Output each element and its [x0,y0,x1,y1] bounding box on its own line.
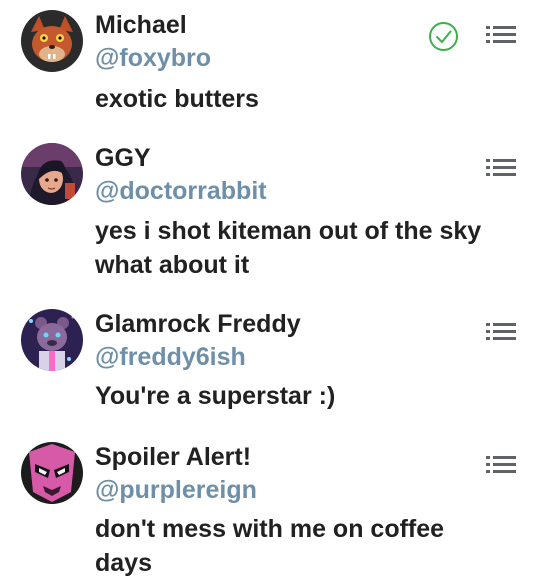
account-bio: yes i shot kiteman out of the sky what a… [95,217,482,279]
account-row-glamrock-freddy[interactable]: Glamrock Freddy @freddy6ish You're a sup… [0,309,540,419]
glamrock-bear-icon [21,309,83,371]
account-name: GGY [95,144,151,172]
masked-hero-avatar[interactable] [21,442,83,504]
account-bio: don't mess with me on coffee days [95,515,445,577]
selected-check-icon [428,21,459,52]
account-handle: @freddy6ish [95,343,246,371]
account-handle: @purplereign [95,476,257,504]
account-name: Glamrock Freddy [95,310,301,338]
account-row-michael[interactable]: Michael @foxybro exotic butters [0,10,540,130]
account-name: Spoiler Alert! [95,443,252,471]
account-name: Michael [95,11,187,39]
drag-handle-icon[interactable] [486,24,516,46]
animated-girl-avatar[interactable] [21,143,83,205]
account-handle: @doctorrabbit [95,177,267,205]
account-row-spoiler-alert[interactable]: Spoiler Alert! @purplereign don't mess w… [0,442,540,579]
glamrock-bear-avatar[interactable] [21,309,83,371]
drag-handle-icon[interactable] [486,321,516,343]
drag-handle-icon[interactable] [486,157,516,179]
fox-animatronic-icon [21,10,83,72]
masked-hero-icon [21,442,83,504]
account-list: Michael @foxybro exotic butters GGY @doc… [0,0,540,579]
drag-handle-icon[interactable] [486,454,516,476]
fox-avatar[interactable] [21,10,83,72]
account-bio: You're a superstar :) [95,382,336,410]
account-row-ggy[interactable]: GGY @doctorrabbit yes i shot kiteman out… [0,143,540,293]
account-handle: @foxybro [95,44,212,72]
account-bio: exotic butters [95,85,259,113]
animated-girl-icon [21,143,83,205]
